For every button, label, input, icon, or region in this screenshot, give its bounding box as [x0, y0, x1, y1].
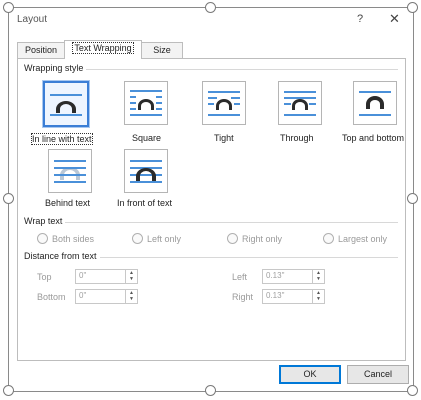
wrap-behind-label: Behind text	[45, 198, 91, 208]
wrap-through-label: Through	[280, 133, 314, 143]
resize-handle-bottom-right[interactable]	[407, 385, 418, 396]
resize-handle-bottom-middle[interactable]	[205, 385, 216, 396]
resize-handle-top-left[interactable]	[3, 2, 14, 13]
distance-left-value: 0.13"	[266, 271, 285, 280]
radio-right-only-label: Right only	[242, 233, 283, 244]
wrap-inline-label: In line with text	[31, 133, 93, 145]
wrap-square-icon[interactable]	[124, 81, 168, 125]
spin-down-icon[interactable]: ▼	[313, 276, 324, 282]
wrap-option-inline[interactable]: In line with text	[24, 80, 108, 147]
tab-position-label: Position	[24, 45, 58, 55]
wrap-option-behind[interactable]: Behind text	[24, 149, 108, 211]
distance-top-spinner[interactable]: ▲ ▼	[125, 270, 137, 283]
radio-both-sides[interactable]: Both sides	[37, 233, 94, 244]
distance-left-label: Left	[232, 272, 248, 282]
distance-right-label: Right	[232, 292, 254, 302]
tab-text-wrapping-label: Text Wrapping	[72, 42, 134, 54]
wrap-option-top-bottom[interactable]: Top and bottom	[333, 81, 417, 147]
ok-button[interactable]: OK	[279, 365, 341, 384]
resize-handle-top-right[interactable]	[407, 2, 418, 13]
spin-down-icon[interactable]: ▼	[126, 296, 137, 302]
resize-handle-middle-left[interactable]	[3, 193, 14, 204]
wrap-option-front[interactable]: In front of text	[106, 149, 190, 211]
wrap-option-square[interactable]: Square	[106, 81, 190, 147]
tab-size-label: Size	[153, 45, 171, 55]
distance-top-input[interactable]: 0" ▲ ▼	[75, 269, 138, 284]
distance-bottom-value: 0"	[79, 291, 87, 300]
spin-down-icon[interactable]: ▼	[126, 276, 137, 282]
resize-handle-middle-right[interactable]	[407, 193, 418, 204]
distance-top-value: 0"	[79, 271, 87, 280]
distance-bottom-spinner[interactable]: ▲ ▼	[125, 290, 137, 303]
wrap-front-label: In front of text	[117, 198, 173, 208]
help-button[interactable]: ?	[357, 13, 363, 25]
distance-top-label: Top	[37, 272, 52, 282]
distance-left-input[interactable]: 0.13" ▲ ▼	[262, 269, 325, 284]
resize-handle-bottom-left[interactable]	[3, 385, 14, 396]
radio-left-only-circle[interactable]	[132, 233, 143, 244]
distance-bottom-input[interactable]: 0" ▲ ▼	[75, 289, 138, 304]
radio-largest-only-circle[interactable]	[323, 233, 334, 244]
wrap-tight-label: Tight	[214, 133, 234, 143]
layout-dialog: Layout ? ✕ Position Text Wrapping Size W…	[8, 7, 414, 392]
wrap-inline-icon[interactable]	[42, 80, 90, 128]
resize-handle-top-middle[interactable]	[205, 2, 216, 13]
wrap-behind-icon[interactable]	[48, 149, 92, 193]
radio-both-sides-label: Both sides	[52, 233, 95, 244]
distance-right-input[interactable]: 0.13" ▲ ▼	[262, 289, 325, 304]
wrap-text-heading: Wrap text	[24, 216, 66, 226]
distance-bottom-label: Bottom	[37, 292, 66, 302]
wrapping-style-heading: Wrapping style	[24, 63, 87, 73]
wrap-top-bottom-label: Top and bottom	[342, 133, 405, 143]
text-wrapping-panel: Wrapping style In line with text Square …	[17, 58, 406, 361]
spin-down-icon[interactable]: ▼	[313, 296, 324, 302]
wrap-front-icon[interactable]	[124, 149, 168, 193]
radio-both-sides-circle[interactable]	[37, 233, 48, 244]
distance-right-value: 0.13"	[266, 291, 285, 300]
tab-text-wrapping[interactable]: Text Wrapping	[64, 40, 142, 59]
radio-largest-only[interactable]: Largest only	[323, 233, 387, 244]
distance-left-spinner[interactable]: ▲ ▼	[312, 270, 324, 283]
tab-position[interactable]: Position	[17, 42, 65, 58]
distance-right-spinner[interactable]: ▲ ▼	[312, 290, 324, 303]
wrap-top-bottom-icon[interactable]	[353, 81, 397, 125]
wrap-option-tight[interactable]: Tight	[188, 81, 272, 147]
radio-largest-only-label: Largest only	[338, 233, 388, 244]
radio-left-only-label: Left only	[147, 233, 182, 244]
dialog-title: Layout	[17, 14, 48, 25]
cancel-button[interactable]: Cancel	[347, 365, 409, 384]
radio-right-only[interactable]: Right only	[227, 233, 282, 244]
wrap-tight-icon[interactable]	[202, 81, 246, 125]
radio-left-only[interactable]: Left only	[132, 233, 181, 244]
tab-size[interactable]: Size	[141, 42, 183, 58]
radio-right-only-circle[interactable]	[227, 233, 238, 244]
wrap-through-icon[interactable]	[278, 81, 322, 125]
close-button[interactable]: ✕	[389, 11, 400, 27]
wrap-square-label: Square	[132, 133, 162, 143]
distance-heading: Distance from text	[24, 251, 100, 261]
